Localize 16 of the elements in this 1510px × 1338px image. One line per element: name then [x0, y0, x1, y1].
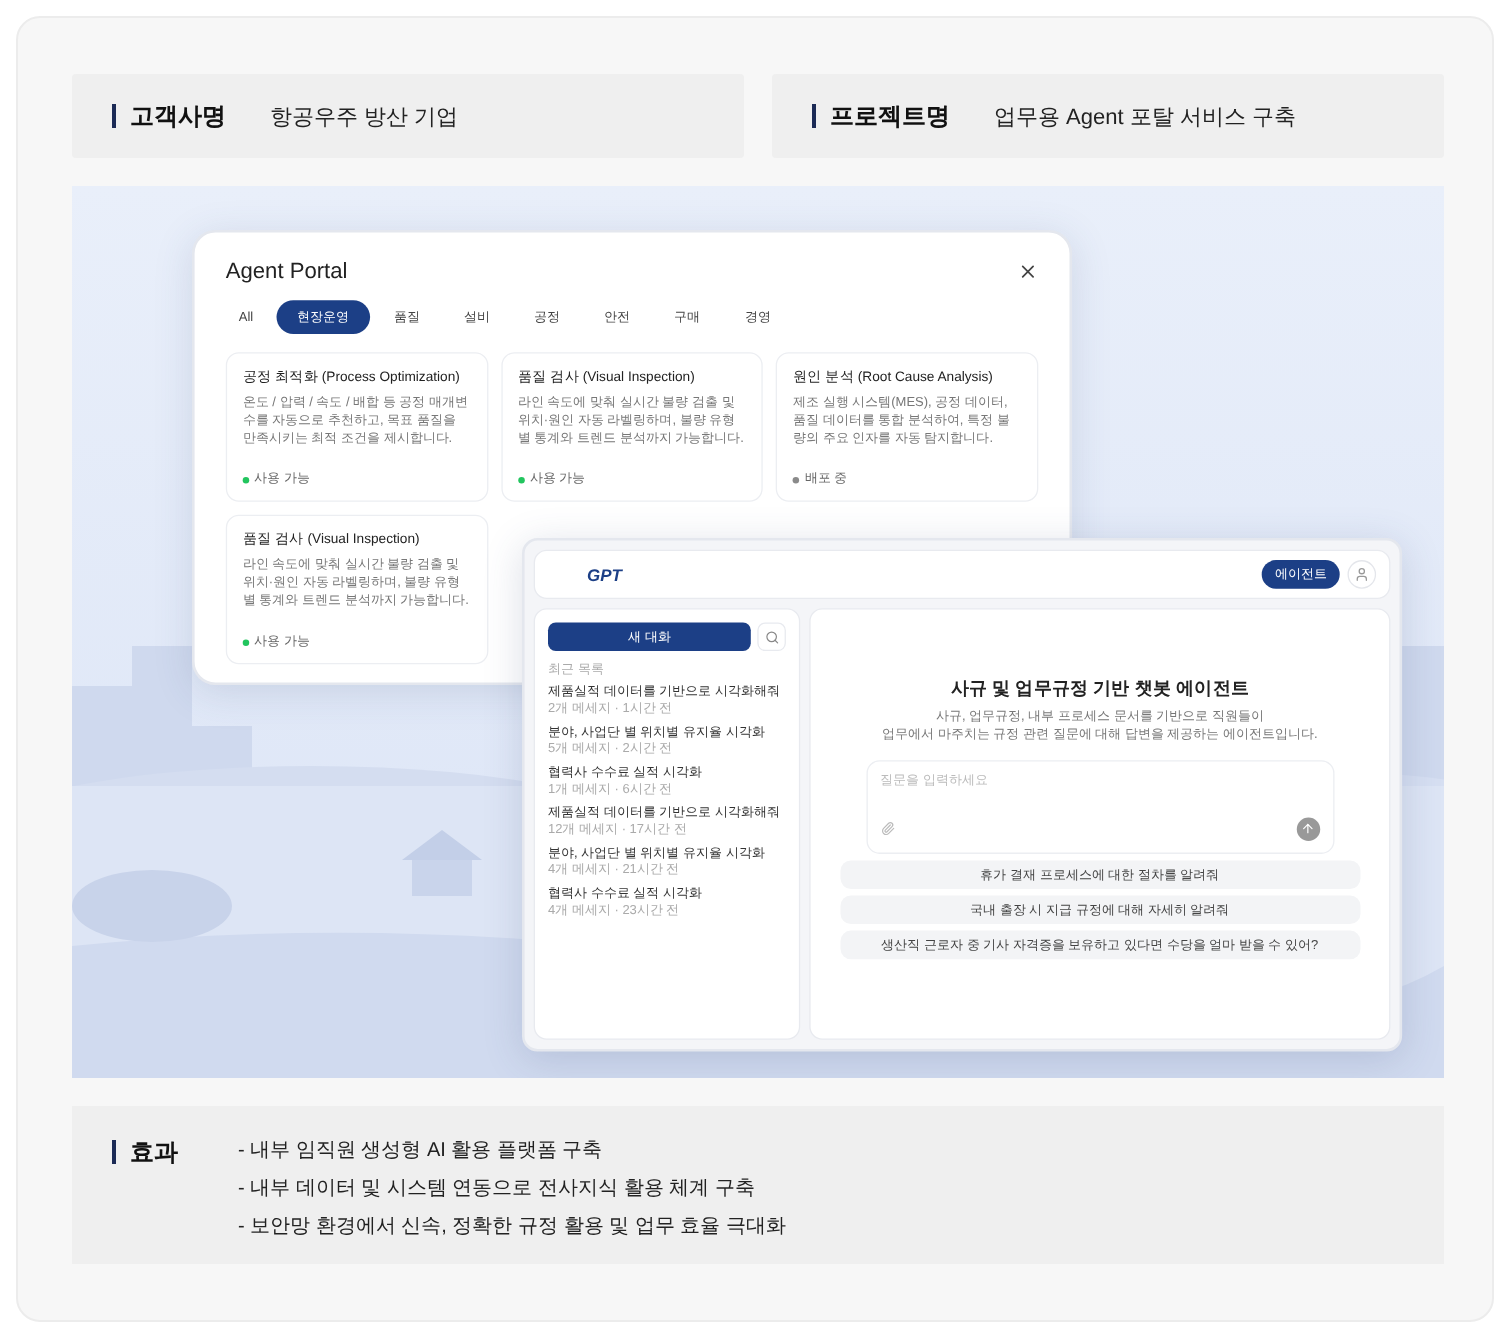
- effects-label: 효과: [112, 1140, 178, 1164]
- project-label: 프로젝트명: [812, 104, 950, 128]
- effect-item: - 내부 데이터 및 시스템 연동으로 전사지식 활용 체계 구축: [238, 1176, 757, 1202]
- project-value: 업무용 Agent 포탈 서비스 구축: [994, 103, 1296, 131]
- user-button[interactable]: [1347, 560, 1377, 589]
- user-icon: [1354, 566, 1370, 583]
- close-icon[interactable]: [1017, 261, 1039, 282]
- logo: GPT: [587, 564, 622, 585]
- window-title: Agent Portal: [225, 258, 348, 285]
- client-label: 고객사명: [112, 104, 226, 128]
- send-button[interactable]: [1296, 816, 1320, 841]
- effect-item: - 내부 임직원 생성형 AI 활용 플랫폼 구축: [238, 1138, 605, 1164]
- effect-item: - 보안망 환경에서 신속, 정확한 규정 활용 및 업무 효율 극대화: [238, 1214, 786, 1240]
- search-button[interactable]: [757, 622, 786, 652]
- client-value: 항공우주 방산 기업: [270, 103, 459, 131]
- agent-heading: 사규 및 업무규정 기반 챗봇 에이전트: [950, 676, 1249, 700]
